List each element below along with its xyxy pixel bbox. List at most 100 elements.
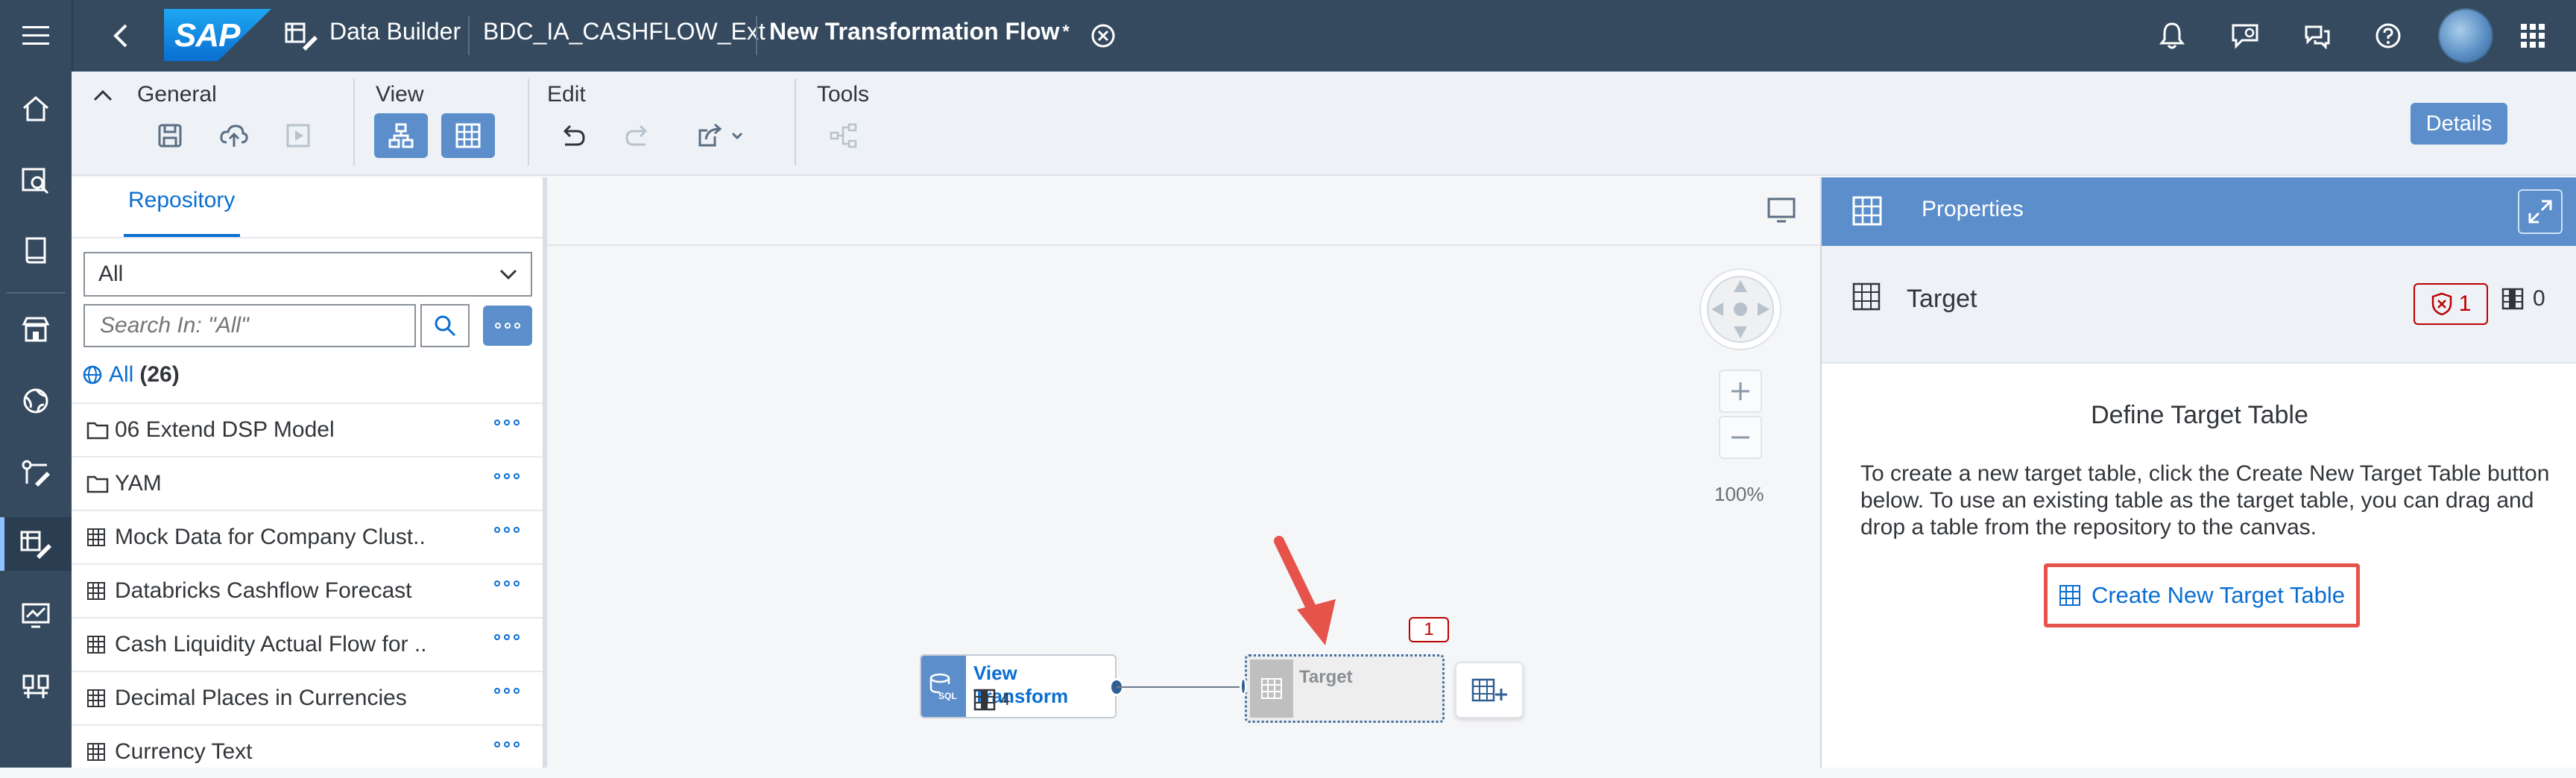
data-builder-nav-icon[interactable]: [0, 517, 72, 571]
list-item-label: YAM: [115, 471, 162, 496]
feedback-icon[interactable]: [2226, 16, 2264, 55]
table-icon: [86, 687, 110, 709]
columns-icon: [973, 689, 996, 711]
shell-bar: SAP Data Builder BDC_IA_CASHFLOW_Ext New…: [0, 0, 2576, 72]
list-item-label: Currency Text: [115, 739, 253, 764]
repository-filter-select[interactable]: All: [83, 252, 532, 297]
column-count-indicator: 0: [2501, 286, 2545, 311]
space-name[interactable]: BDC_IA_CASHFLOW_Ext: [483, 18, 765, 45]
repository-book-icon[interactable]: [0, 224, 72, 277]
search-icon: [435, 315, 456, 337]
diagram-view-icon[interactable]: [374, 113, 428, 158]
deploy-cloud-icon[interactable]: [207, 113, 261, 158]
catalog-search-icon[interactable]: [0, 154, 72, 207]
data-integration-icon[interactable]: [0, 446, 72, 499]
validation-errors-button[interactable]: 1: [2414, 283, 2488, 325]
notifications-bell-icon[interactable]: [2153, 16, 2191, 55]
table-view-icon[interactable]: [441, 113, 495, 158]
tab-repository[interactable]: Repository: [128, 188, 235, 213]
monitor-icon[interactable]: [0, 589, 72, 642]
collapse-toolbar-icon[interactable]: [85, 78, 121, 113]
item-actions-icon[interactable]: [493, 526, 520, 534]
breadcrumb-separator: [756, 16, 757, 55]
item-actions-icon[interactable]: [493, 741, 520, 748]
item-actions-icon[interactable]: [493, 472, 520, 480]
run-icon[interactable]: [271, 113, 325, 158]
toolbar-separator: [353, 79, 355, 165]
target-table-icon: [1852, 282, 1881, 311]
list-item-label: Decimal Places in Currencies: [115, 686, 407, 710]
data-builder-icon: [282, 16, 321, 55]
flow-connector: [1117, 686, 1243, 688]
table-icon: [86, 526, 110, 548]
list-item[interactable]: Cash Liquidity Actual Flow for ..: [72, 617, 543, 671]
edit-group-label: Edit: [547, 82, 586, 107]
item-actions-icon[interactable]: [493, 580, 520, 587]
pan-navigation-control[interactable]: [1699, 268, 1781, 350]
input-port[interactable]: [1240, 677, 1247, 695]
item-actions-icon[interactable]: [493, 633, 520, 641]
list-item[interactable]: Databricks Cashflow Forecast: [72, 563, 543, 617]
list-item-label: Mock Data for Company Clust..: [115, 525, 426, 549]
pan-arrows-icon: [1707, 276, 1774, 343]
help-icon[interactable]: [2369, 16, 2408, 55]
list-item[interactable]: Currency Text: [72, 724, 543, 778]
marketplace-icon[interactable]: [0, 303, 72, 356]
view-transform-node[interactable]: SQL View Transform 4: [920, 654, 1124, 718]
create-new-target-table-label: Create New Target Table: [2091, 582, 2346, 608]
expand-panel-button[interactable]: [2518, 189, 2563, 234]
fullscreen-monitor-icon[interactable]: [1767, 197, 1796, 224]
editor-toolbar: General View Edit Tools: [72, 72, 2576, 176]
target-node[interactable]: Target: [1240, 654, 1445, 723]
canvas-toolbar: [547, 177, 1820, 246]
chevron-down-icon: [499, 269, 517, 280]
add-table-button[interactable]: [1455, 662, 1524, 718]
home-icon[interactable]: [0, 82, 72, 136]
all-objects-filter[interactable]: All (26): [82, 362, 180, 388]
search-button[interactable]: [420, 304, 470, 347]
user-avatar[interactable]: [2439, 9, 2493, 63]
breadcrumb-separator: [468, 16, 470, 55]
target-error-badge[interactable]: 1: [1409, 617, 1449, 642]
view-group-label: View: [376, 82, 424, 107]
app-grid-icon[interactable]: [2513, 16, 2552, 55]
flow-canvas[interactable]: 100% SQL View Transform 4 Target 1: [547, 177, 1820, 768]
zoom-out-button[interactable]: [1719, 416, 1762, 459]
list-item[interactable]: YAM: [72, 456, 543, 510]
sap-logo[interactable]: SAP: [164, 9, 271, 61]
target-node-title: Target: [1299, 667, 1353, 687]
item-actions-icon[interactable]: [493, 419, 520, 426]
shell-divider: [72, 0, 73, 72]
redo-icon[interactable]: [611, 113, 665, 158]
undo-icon[interactable]: [546, 113, 599, 158]
impact-lineage-icon[interactable]: [817, 113, 871, 158]
global-network-icon[interactable]: [0, 374, 72, 428]
more-options-button[interactable]: [483, 306, 532, 346]
list-item[interactable]: 06 Extend DSP Model: [72, 402, 543, 456]
all-objects-label: All: [109, 362, 134, 387]
save-icon[interactable]: [143, 113, 197, 158]
properties-title: Properties: [1922, 197, 2024, 221]
list-item[interactable]: Mock Data for Company Clust..: [72, 510, 543, 563]
repository-search-input[interactable]: [85, 306, 414, 346]
general-group-label: General: [137, 82, 217, 107]
details-button[interactable]: Details: [2411, 103, 2507, 145]
app-name[interactable]: Data Builder: [329, 18, 461, 45]
columns-icon: [2501, 288, 2524, 310]
tab-bar-border: [72, 237, 543, 238]
repository-list: 06 Extend DSP Model YAM Mock Data for Co…: [72, 402, 543, 778]
hamburger-menu-icon[interactable]: [16, 16, 55, 55]
list-item[interactable]: Decimal Places in Currencies: [72, 671, 543, 724]
export-menu-button[interactable]: [687, 113, 759, 158]
item-actions-icon[interactable]: [493, 687, 520, 695]
support-chat-icon[interactable]: [2297, 16, 2336, 55]
back-icon[interactable]: [101, 16, 140, 55]
create-new-target-table-button[interactable]: Create New Target Table: [2044, 563, 2360, 627]
space-management-icon[interactable]: [0, 660, 72, 714]
modified-marker: *: [1062, 21, 1070, 42]
zoom-in-button[interactable]: [1719, 370, 1762, 413]
table-icon: [86, 580, 110, 602]
close-tab-icon[interactable]: [1084, 16, 1123, 55]
repository-search-field[interactable]: [83, 304, 416, 347]
table-icon: [86, 633, 110, 656]
